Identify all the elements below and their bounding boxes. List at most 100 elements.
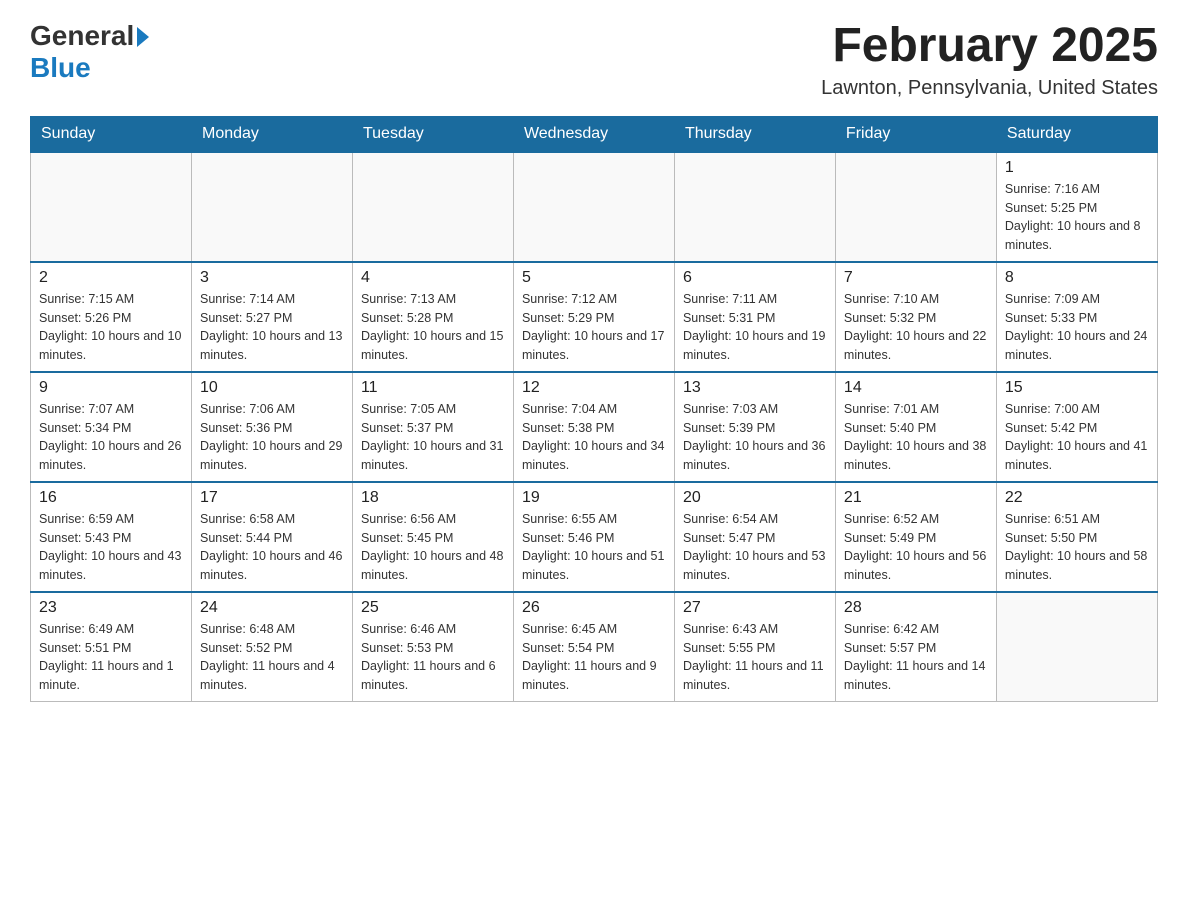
day-cell: 27 Sunrise: 6:43 AMSunset: 5:55 PMDayligh… [674, 592, 835, 702]
day-cell: 8Sunrise: 7:09 AMSunset: 5:33 PMDaylight… [996, 262, 1157, 372]
logo-general-word: General [30, 20, 134, 52]
day-info: Sunrise: 7:13 AMSunset: 5:28 PMDaylight:… [361, 290, 505, 365]
day-number: 2 [39, 269, 183, 287]
day-cell: 16 Sunrise: 6:59 AMSunset: 5:43 PMDayligh… [31, 482, 192, 592]
day-cell [352, 152, 513, 262]
day-cell: 17 Sunrise: 6:58 AMSunset: 5:44 PMDayligh… [191, 482, 352, 592]
day-cell [674, 152, 835, 262]
day-cell [996, 592, 1157, 702]
week-row-2: 9 Sunrise: 7:07 AMSunset: 5:34 PMDaylight… [31, 372, 1158, 482]
day-info: Sunrise: 7:00 AMSunset: 5:42 PMDaylight:… [1005, 400, 1149, 475]
col-sunday: Sunday [31, 116, 192, 152]
day-info: Sunrise: 6:55 AMSunset: 5:46 PMDaylight:… [522, 510, 666, 585]
logo-blue-text: Blue [30, 52, 91, 84]
day-number: 9 [39, 379, 183, 397]
day-number: 28 [844, 599, 988, 617]
day-info: Sunrise: 6:54 AMSunset: 5:47 PMDaylight:… [683, 510, 827, 585]
day-cell [191, 152, 352, 262]
day-number: 23 [39, 599, 183, 617]
day-info: Sunrise: 6:51 AMSunset: 5:50 PMDaylight:… [1005, 510, 1149, 585]
day-number: 25 [361, 599, 505, 617]
day-cell: 14 Sunrise: 7:01 AMSunset: 5:40 PMDayligh… [835, 372, 996, 482]
title-area: February 2025 Lawnton, Pennsylvania, Uni… [821, 20, 1158, 100]
day-number: 26 [522, 599, 666, 617]
day-number: 19 [522, 489, 666, 507]
day-number: 14 [844, 379, 988, 397]
day-cell: 20Sunrise: 6:54 AMSunset: 5:47 PMDayligh… [674, 482, 835, 592]
day-cell: 24Sunrise: 6:48 AMSunset: 5:52 PMDayligh… [191, 592, 352, 702]
day-number: 22 [1005, 489, 1149, 507]
day-number: 17 [200, 489, 344, 507]
col-wednesday: Wednesday [513, 116, 674, 152]
day-cell [31, 152, 192, 262]
week-row-4: 23 Sunrise: 6:49 AMSunset: 5:51 PMDayligh… [31, 592, 1158, 702]
day-info: Sunrise: 7:06 AMSunset: 5:36 PMDaylight:… [200, 400, 344, 475]
day-number: 12 [522, 379, 666, 397]
day-cell [835, 152, 996, 262]
location-subtitle: Lawnton, Pennsylvania, United States [821, 77, 1158, 100]
day-cell: 9 Sunrise: 7:07 AMSunset: 5:34 PMDaylight… [31, 372, 192, 482]
day-number: 21 [844, 489, 988, 507]
day-cell: 21 Sunrise: 6:52 AMSunset: 5:49 PMDayligh… [835, 482, 996, 592]
logo-arrow-icon [137, 27, 149, 47]
day-info: Sunrise: 6:49 AMSunset: 5:51 PMDaylight:… [39, 620, 183, 695]
day-info: Sunrise: 6:42 AMSunset: 5:57 PMDaylight:… [844, 620, 988, 695]
day-cell: 13 Sunrise: 7:03 AMSunset: 5:39 PMDayligh… [674, 372, 835, 482]
day-info: Sunrise: 6:43 AMSunset: 5:55 PMDaylight:… [683, 620, 827, 695]
day-cell: 26 Sunrise: 6:45 AMSunset: 5:54 PMDayligh… [513, 592, 674, 702]
day-number: 7 [844, 269, 988, 287]
day-info: Sunrise: 6:52 AMSunset: 5:49 PMDaylight:… [844, 510, 988, 585]
day-number: 15 [1005, 379, 1149, 397]
day-cell: 1Sunrise: 7:16 AMSunset: 5:25 PMDaylight… [996, 152, 1157, 262]
col-saturday: Saturday [996, 116, 1157, 152]
day-cell: 4Sunrise: 7:13 AMSunset: 5:28 PMDaylight… [352, 262, 513, 372]
col-friday: Friday [835, 116, 996, 152]
day-number: 27 [683, 599, 827, 617]
day-info: Sunrise: 7:03 AMSunset: 5:39 PMDaylight:… [683, 400, 827, 475]
week-row-3: 16 Sunrise: 6:59 AMSunset: 5:43 PMDayligh… [31, 482, 1158, 592]
day-info: Sunrise: 6:59 AMSunset: 5:43 PMDaylight:… [39, 510, 183, 585]
day-number: 11 [361, 379, 505, 397]
day-info: Sunrise: 7:15 AMSunset: 5:26 PMDaylight:… [39, 290, 183, 365]
day-number: 6 [683, 269, 827, 287]
day-cell: 3Sunrise: 7:14 AMSunset: 5:27 PMDaylight… [191, 262, 352, 372]
day-cell: 10 Sunrise: 7:06 AMSunset: 5:36 PMDayligh… [191, 372, 352, 482]
day-info: Sunrise: 7:09 AMSunset: 5:33 PMDaylight:… [1005, 290, 1149, 365]
day-info: Sunrise: 6:45 AMSunset: 5:54 PMDaylight:… [522, 620, 666, 695]
day-info: Sunrise: 7:01 AMSunset: 5:40 PMDaylight:… [844, 400, 988, 475]
day-info: Sunrise: 7:12 AMSunset: 5:29 PMDaylight:… [522, 290, 666, 365]
day-number: 3 [200, 269, 344, 287]
day-cell [513, 152, 674, 262]
day-cell: 5 Sunrise: 7:12 AMSunset: 5:29 PMDaylight… [513, 262, 674, 372]
day-cell: 7 Sunrise: 7:10 AMSunset: 5:32 PMDaylight… [835, 262, 996, 372]
day-cell: 2 Sunrise: 7:15 AMSunset: 5:26 PMDaylight… [31, 262, 192, 372]
day-cell: 22 Sunrise: 6:51 AMSunset: 5:50 PMDayligh… [996, 482, 1157, 592]
day-number: 5 [522, 269, 666, 287]
week-row-1: 2 Sunrise: 7:15 AMSunset: 5:26 PMDaylight… [31, 262, 1158, 372]
day-number: 1 [1005, 159, 1149, 177]
col-tuesday: Tuesday [352, 116, 513, 152]
page-header: General Blue February 2025 Lawnton, Penn… [30, 20, 1158, 100]
col-monday: Monday [191, 116, 352, 152]
day-info: Sunrise: 7:11 AMSunset: 5:31 PMDaylight:… [683, 290, 827, 365]
day-cell: 6 Sunrise: 7:11 AMSunset: 5:31 PMDaylight… [674, 262, 835, 372]
day-number: 16 [39, 489, 183, 507]
day-cell: 11 Sunrise: 7:05 AMSunset: 5:37 PMDayligh… [352, 372, 513, 482]
day-cell: 12 Sunrise: 7:04 AMSunset: 5:38 PMDayligh… [513, 372, 674, 482]
day-cell: 15 Sunrise: 7:00 AMSunset: 5:42 PMDayligh… [996, 372, 1157, 482]
day-number: 24 [200, 599, 344, 617]
day-info: Sunrise: 6:56 AMSunset: 5:45 PMDaylight:… [361, 510, 505, 585]
day-info: Sunrise: 7:05 AMSunset: 5:37 PMDaylight:… [361, 400, 505, 475]
month-title: February 2025 [821, 20, 1158, 73]
day-info: Sunrise: 7:04 AMSunset: 5:38 PMDaylight:… [522, 400, 666, 475]
day-number: 13 [683, 379, 827, 397]
col-thursday: Thursday [674, 116, 835, 152]
day-number: 10 [200, 379, 344, 397]
week-row-0: 1Sunrise: 7:16 AMSunset: 5:25 PMDaylight… [31, 152, 1158, 262]
day-number: 18 [361, 489, 505, 507]
day-info: Sunrise: 6:58 AMSunset: 5:44 PMDaylight:… [200, 510, 344, 585]
day-info: Sunrise: 7:10 AMSunset: 5:32 PMDaylight:… [844, 290, 988, 365]
logo: General Blue [30, 20, 149, 84]
day-info: Sunrise: 6:46 AMSunset: 5:53 PMDaylight:… [361, 620, 505, 695]
day-info: Sunrise: 7:07 AMSunset: 5:34 PMDaylight:… [39, 400, 183, 475]
